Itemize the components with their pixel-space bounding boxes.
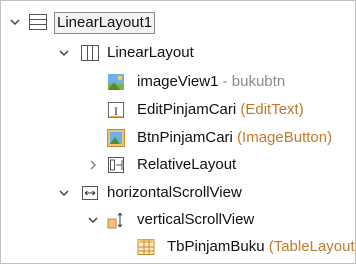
tree-node-label: LinearLayout1 bbox=[54, 12, 156, 34]
tree-node-label: verticalScrollView bbox=[137, 211, 255, 228]
chevron-down-icon[interactable] bbox=[58, 181, 70, 205]
tree-node-relativelayout[interactable]: RelativeLayout bbox=[1, 153, 355, 177]
chevron-down-icon[interactable] bbox=[9, 10, 21, 34]
tree-node-label: TbPinjamBuku bbox=[167, 238, 265, 255]
tree-node-subtitle: (TableLayout) bbox=[264, 238, 356, 255]
tree-node-subtitle: (EditText) bbox=[236, 101, 304, 118]
tree-node-subtitle: (ImageButton) bbox=[232, 129, 333, 146]
image-view-icon bbox=[106, 72, 126, 92]
tree-node-horizontalscrollview[interactable]: horizontalScrollView bbox=[1, 181, 355, 205]
vertical-scroll-view-icon bbox=[106, 210, 126, 230]
svg-text:I: I bbox=[114, 104, 118, 118]
tree-node-label: RelativeLayout bbox=[137, 156, 237, 173]
edit-text-icon: I bbox=[106, 100, 126, 120]
chevron-right-icon[interactable] bbox=[87, 153, 99, 177]
relative-layout-icon bbox=[106, 155, 126, 175]
tree-node-editpinjamcari[interactable]: I EditPinjamCari (EditText) bbox=[1, 98, 355, 122]
tree-node-label: BtnPinjamCari bbox=[137, 129, 233, 146]
table-layout-icon bbox=[136, 237, 156, 257]
linear-layout-vertical-icon bbox=[28, 12, 48, 32]
tree-node-label: horizontalScrollView bbox=[107, 184, 242, 201]
tree-node-verticalscrollview[interactable]: verticalScrollView bbox=[1, 208, 355, 232]
chevron-down-icon[interactable] bbox=[87, 208, 99, 232]
linear-layout-horizontal-icon bbox=[80, 43, 100, 63]
chevron-down-icon[interactable] bbox=[58, 41, 70, 65]
tree-node-imageview1[interactable]: imageView1 - bukubtn bbox=[1, 70, 355, 94]
tree-node-tbpinjambuku[interactable]: TbPinjamBuku (TableLayout) bbox=[1, 235, 355, 259]
image-button-icon bbox=[106, 128, 126, 148]
tree-node-subtitle: - bukubtn bbox=[218, 73, 286, 90]
tree-node-label: EditPinjamCari bbox=[137, 101, 237, 118]
tree-node-label: LinearLayout bbox=[107, 44, 194, 61]
component-tree-panel: LinearLayout1 LinearLayout imageView1 - … bbox=[0, 0, 356, 264]
tree-node-btnpinjamcari[interactable]: BtnPinjamCari (ImageButton) bbox=[1, 126, 355, 150]
horizontal-scroll-view-icon bbox=[80, 183, 100, 203]
tree-node-label: imageView1 bbox=[137, 73, 219, 90]
tree-node-linearlayout[interactable]: LinearLayout bbox=[1, 41, 355, 65]
tree-node-linearlayout1[interactable]: LinearLayout1 bbox=[1, 10, 355, 34]
